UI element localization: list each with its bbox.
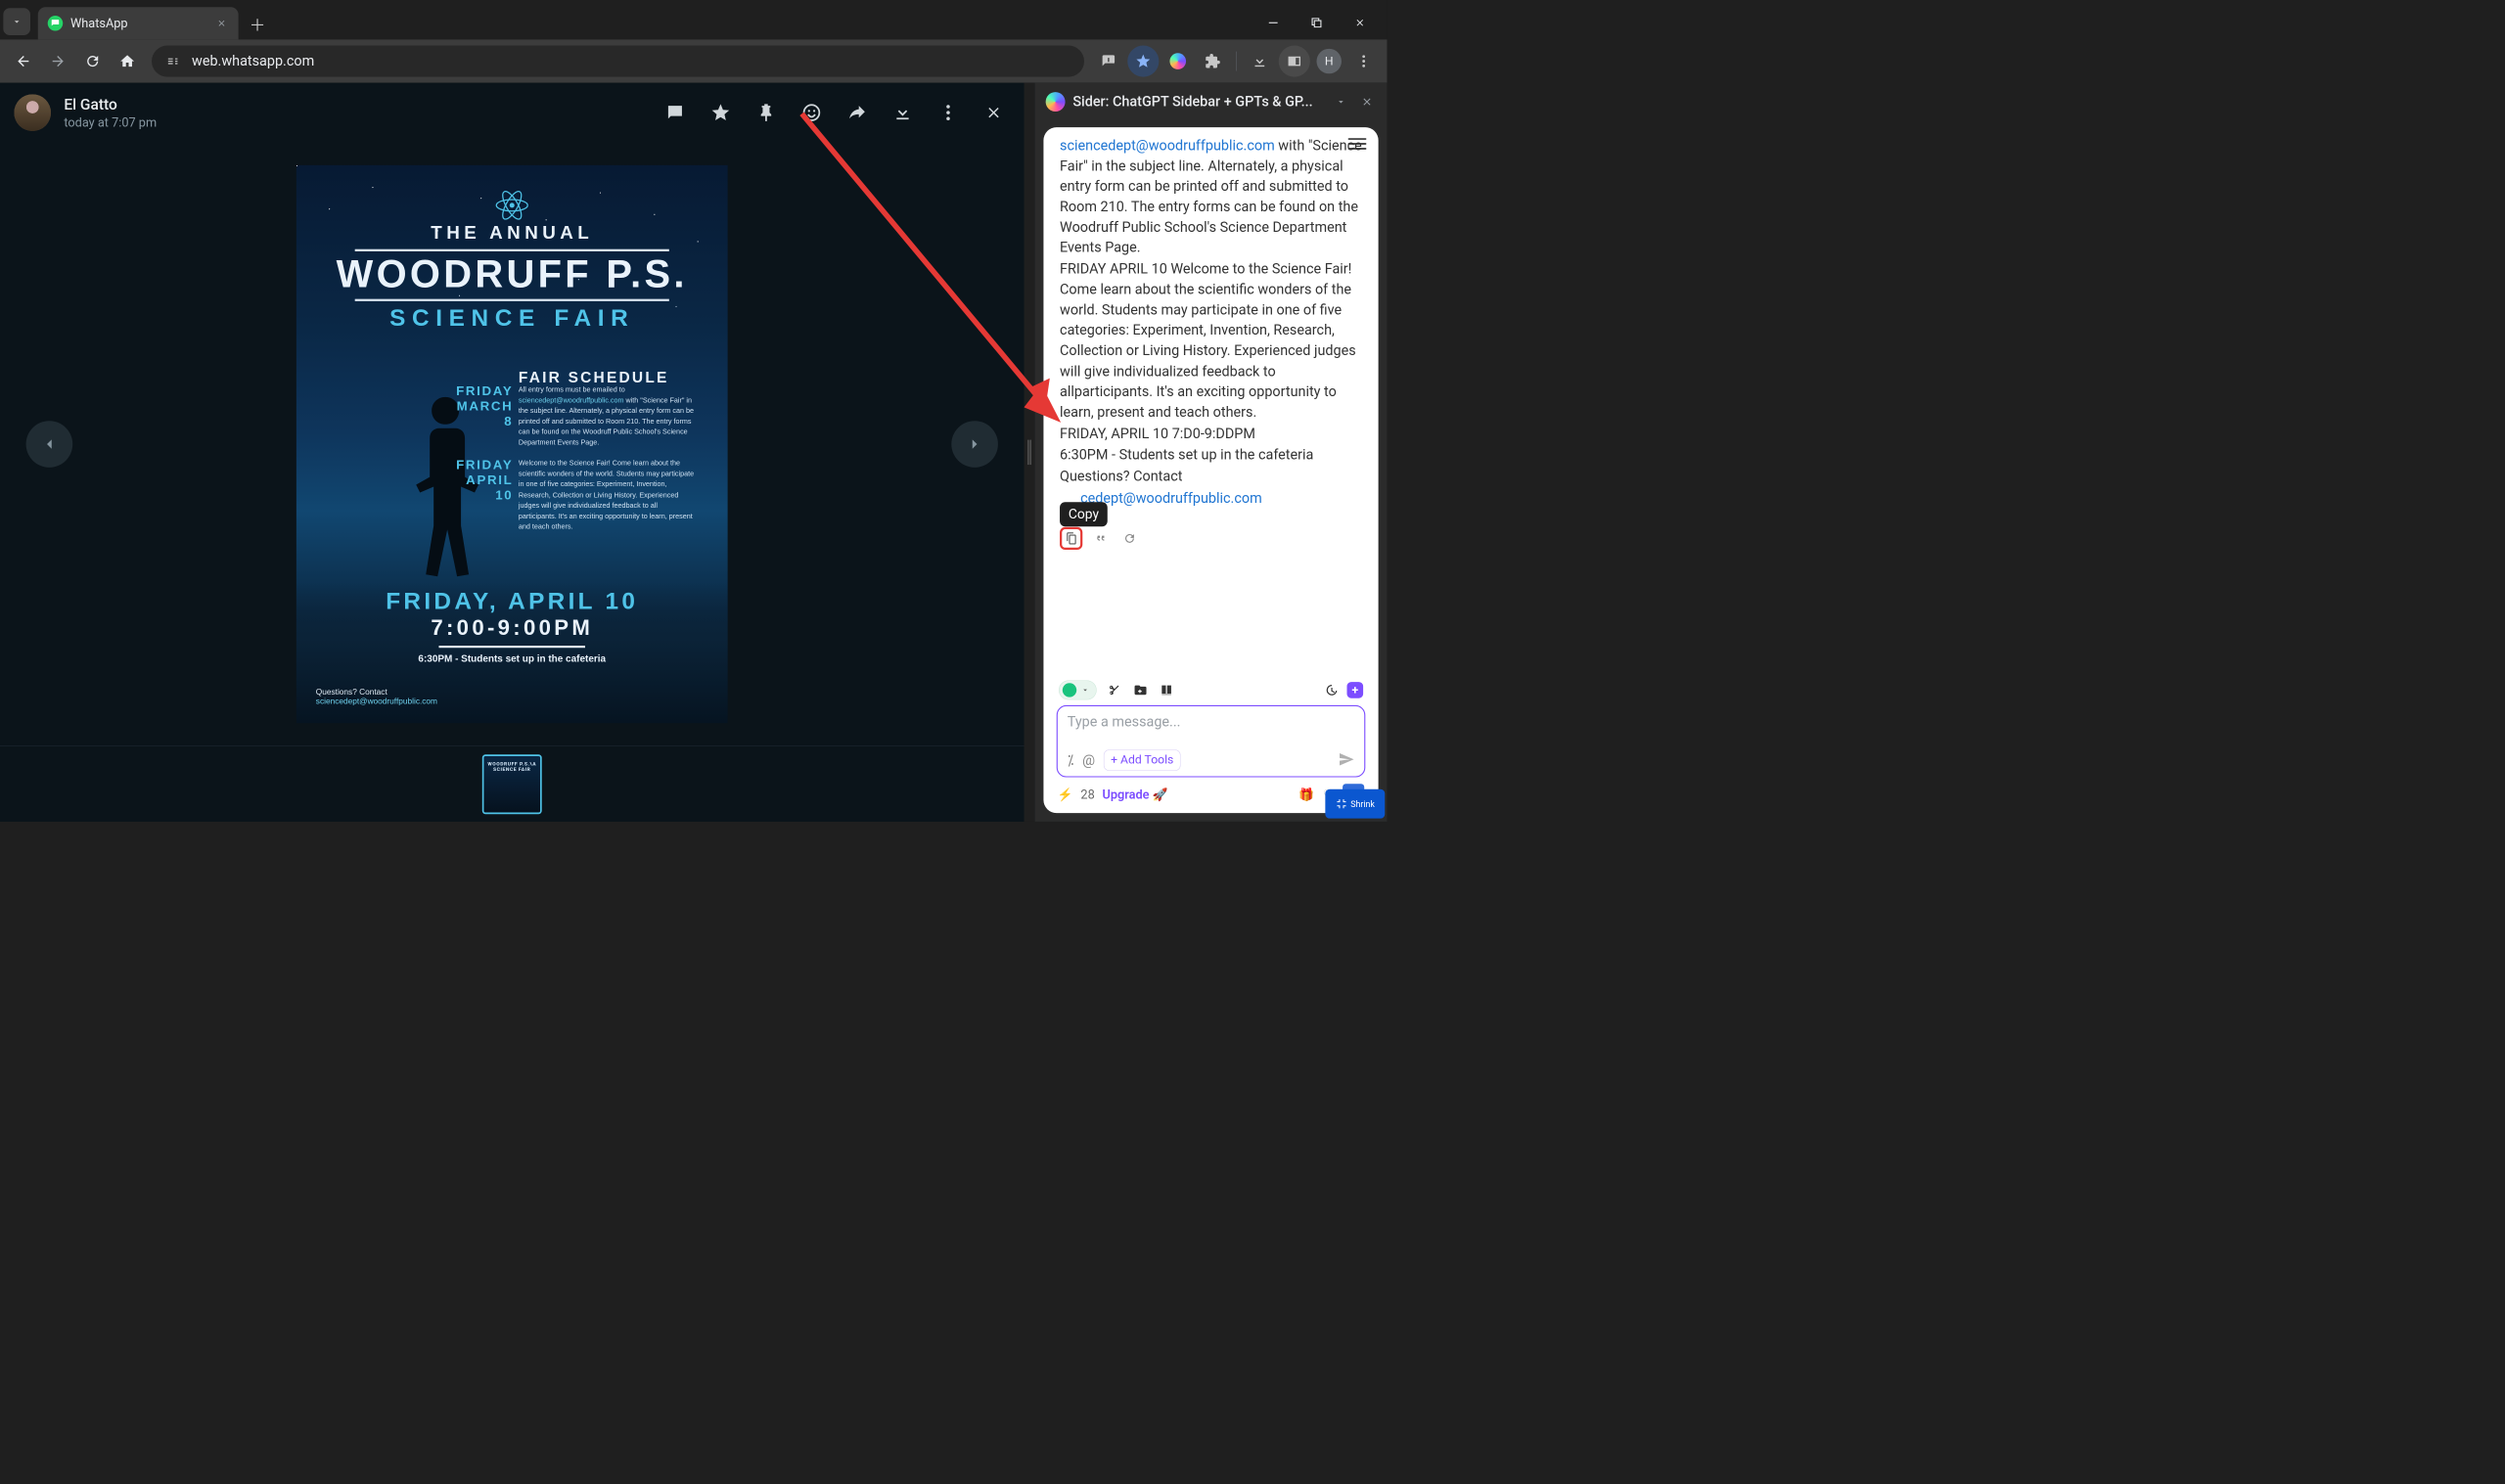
sider-email-link[interactable]: cedept@woodruffpublic.com <box>1080 490 1262 507</box>
pin-icon[interactable] <box>750 97 782 129</box>
whatsapp-favicon-icon <box>48 16 64 31</box>
credits-count: 28 <box>1080 787 1094 802</box>
tab-search-button[interactable] <box>3 8 30 35</box>
poster-big-time: 7:00-9:00PM <box>296 616 728 641</box>
browser-toolbar: web.whatsapp.com H <box>0 39 1387 82</box>
add-tools-button[interactable]: + Add Tools <box>1104 749 1181 771</box>
download-icon[interactable] <box>887 97 919 129</box>
copy-tooltip: Copy <box>1060 502 1108 526</box>
sider-extension-icon[interactable] <box>1162 46 1194 77</box>
media-thumbnails <box>0 745 1024 822</box>
sider-input-toolbar: + <box>1043 676 1378 705</box>
poster-date2-line1: FRIDAY <box>453 458 513 473</box>
quote-button[interactable] <box>1089 527 1112 550</box>
media-viewer-header: El Gatto today at 7:07 pm <box>0 83 1024 143</box>
sider-title: Sider: ChatGPT Sidebar + GPTs & GP... <box>1072 94 1324 111</box>
window-minimize-button[interactable] <box>1252 9 1295 36</box>
response-actions <box>1043 523 1378 556</box>
browser-titlebar: WhatsApp ＋ <box>0 0 1387 39</box>
sider-menu-button[interactable] <box>1348 138 1367 150</box>
forward-button[interactable] <box>42 46 73 77</box>
toolbar-divider <box>1236 52 1237 71</box>
bookmark-button[interactable] <box>1127 46 1159 77</box>
gpt-icon <box>1063 683 1076 697</box>
new-chat-button[interactable]: + <box>1346 682 1363 698</box>
browser-menu-button[interactable] <box>1348 46 1380 77</box>
reload-button[interactable] <box>77 46 109 77</box>
sider-email-link[interactable]: sciencedept@woodruffpublic.com <box>1060 138 1275 155</box>
contact-avatar[interactable] <box>14 94 51 131</box>
panel-splitter[interactable] <box>1024 83 1034 822</box>
poster-pretitle: THE ANNUAL <box>296 223 728 245</box>
poster-big-date: FRIDAY, APRIL 10 <box>296 588 728 615</box>
tab-close-button[interactable] <box>214 17 228 30</box>
upgrade-button[interactable]: Upgrade 🚀 <box>1103 787 1168 802</box>
profile-button[interactable]: H <box>1313 46 1344 77</box>
whatsapp-media-viewer: El Gatto today at 7:07 pm <box>0 83 1024 822</box>
tab-title: WhatsApp <box>70 16 128 30</box>
chat-icon[interactable] <box>659 97 691 129</box>
prev-media-button[interactable] <box>26 421 73 468</box>
sider-response-text: sciencedept@woodruffpublic.com with "Sci… <box>1043 127 1378 516</box>
url-text: web.whatsapp.com <box>192 53 314 69</box>
send-button[interactable] <box>1339 751 1355 770</box>
home-button[interactable] <box>112 46 143 77</box>
menu-icon[interactable] <box>932 97 964 129</box>
media-thumbnail[interactable] <box>482 754 542 814</box>
side-panel-button[interactable] <box>1279 46 1310 77</box>
address-bar[interactable]: web.whatsapp.com <box>152 46 1084 77</box>
media-timestamp: today at 7:07 pm <box>64 115 157 130</box>
sider-header: Sider: ChatGPT Sidebar + GPTs & GP... <box>1035 83 1388 121</box>
scissors-icon[interactable] <box>1107 682 1123 698</box>
sider-message-input[interactable]: Type a message... ⁒ @ + Add Tools <box>1057 705 1366 778</box>
poster-title: WOODRUFF P.S. <box>296 254 728 293</box>
back-button[interactable] <box>8 46 39 77</box>
poster-para1: All entry forms must be emailed to scien… <box>519 384 698 448</box>
poster-subtitle: SCIENCE FAIR <box>296 304 728 332</box>
extensions-button[interactable] <box>1197 46 1228 77</box>
atom-icon <box>491 185 532 226</box>
gift-icon[interactable]: 🎁 <box>1298 787 1314 802</box>
profile-initial: H <box>1316 49 1341 73</box>
contact-name: El Gatto <box>64 95 157 112</box>
model-selector[interactable] <box>1059 680 1097 699</box>
poster-footer: Questions? Contact sciencedept@woodruffp… <box>316 688 437 706</box>
slash-commands-icon[interactable]: ⁒ <box>1068 752 1073 769</box>
downloads-button[interactable] <box>1244 46 1275 77</box>
sider-dropdown-button[interactable] <box>1332 93 1350 112</box>
history-icon[interactable] <box>1323 682 1340 698</box>
regenerate-button[interactable] <box>1118 527 1141 550</box>
emoji-icon[interactable] <box>796 97 828 129</box>
shrink-overlay[interactable]: Shrink <box>1325 789 1385 819</box>
browser-tab[interactable]: WhatsApp <box>38 7 239 39</box>
new-tab-button[interactable]: ＋ <box>244 11 271 38</box>
media-image[interactable]: THE ANNUAL WOODRUFF P.S. SCIENCE FAIR FA… <box>296 165 728 723</box>
input-placeholder: Type a message... <box>1068 714 1354 746</box>
sider-panel: Sider: ChatGPT Sidebar + GPTs & GP... sc… <box>1035 83 1388 822</box>
sider-logo-icon <box>1046 92 1066 112</box>
copy-button[interactable] <box>1060 527 1082 550</box>
folder-add-icon[interactable] <box>1132 682 1149 698</box>
sider-close-button[interactable] <box>1358 93 1377 112</box>
poster-para2: Welcome to the Science Fair! Come learn … <box>519 458 698 532</box>
next-media-button[interactable] <box>951 421 998 468</box>
poster-date2-line2: APRIL 10 <box>453 472 513 503</box>
credits-icon: ⚡ <box>1058 787 1073 802</box>
star-icon[interactable] <box>705 97 737 129</box>
close-viewer-button[interactable] <box>978 97 1010 129</box>
forward-icon[interactable] <box>841 97 873 129</box>
window-maximize-button[interactable] <box>1295 9 1338 36</box>
window-close-button[interactable] <box>1339 9 1382 36</box>
mention-icon[interactable]: @ <box>1082 752 1095 769</box>
install-app-icon[interactable] <box>1093 46 1124 77</box>
site-settings-icon[interactable] <box>163 52 182 70</box>
poster-setup-note: 6:30PM - Students set up in the cafeteri… <box>296 653 728 665</box>
poster-date1-line2: MARCH 8 <box>448 399 513 429</box>
book-icon[interactable] <box>1159 682 1175 698</box>
window-controls <box>1252 9 1387 39</box>
poster-date1-line1: FRIDAY <box>448 384 513 400</box>
